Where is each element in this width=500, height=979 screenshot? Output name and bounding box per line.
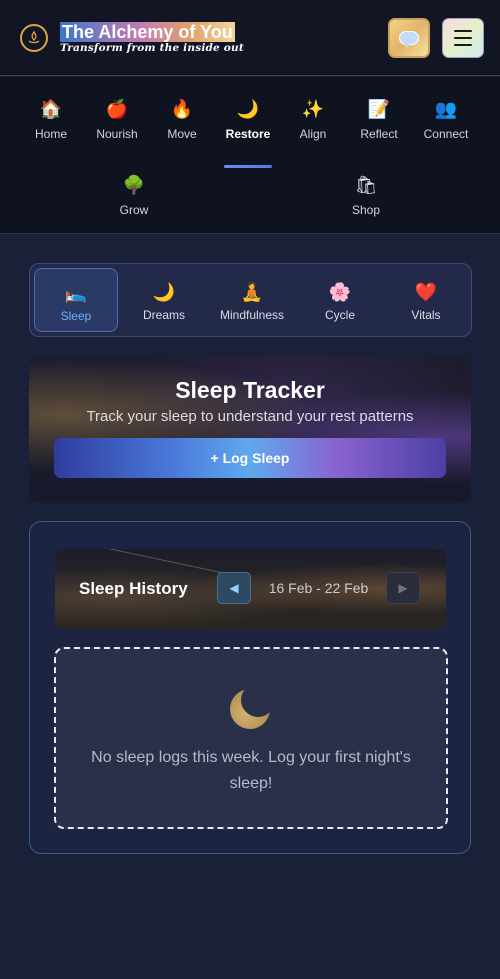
sparkles-icon: ✨ (301, 99, 325, 119)
empty-state: No sleep logs this week. Log your first … (54, 647, 448, 829)
memo-icon: 📝 (367, 99, 391, 119)
week-range-label: 16 Feb - 22 Feb (268, 580, 369, 596)
active-tab-indicator (224, 165, 272, 168)
nav-item-move[interactable]: 🔥 Move (146, 97, 218, 157)
empty-state-message: No sleep logs this week. Log your first … (91, 749, 411, 792)
shopping-bags-icon: 🛍 (354, 175, 378, 195)
nav-item-home[interactable]: 🏠 Home (15, 97, 87, 157)
tab-label: Cycle (324, 308, 355, 322)
crescent-moon-icon: 🌙 (152, 282, 176, 302)
tab-dreams[interactable]: 🌙 Dreams (124, 268, 204, 332)
nav-item-align[interactable]: ✨ Align (277, 97, 349, 157)
people-icon: 👥 (434, 99, 458, 119)
restore-sub-tabs: 🛌 Sleep 🌙 Dreams 🧘 Mindfulness 🌸 Cycle ❤… (29, 263, 472, 337)
nav-label: Align (299, 127, 327, 141)
tab-cycle[interactable]: 🌸 Cycle (300, 268, 380, 332)
apple-icon: 🍎 (105, 99, 129, 119)
tab-label: Sleep (60, 309, 92, 323)
tab-label: Vitals (411, 308, 441, 322)
meditation-icon: 🧘 (240, 282, 264, 302)
fire-icon: 🔥 (170, 99, 194, 119)
nav-label: Grow (119, 203, 149, 217)
decorative-streak (86, 549, 234, 576)
tab-vitals[interactable]: ❤️ Vitals (386, 268, 466, 332)
nav-item-reflect[interactable]: 📝 Reflect (343, 97, 415, 157)
nav-label: Move (167, 127, 197, 141)
tab-label: Mindfulness (219, 308, 285, 322)
nav-item-restore[interactable]: 🌙 Restore (212, 97, 284, 168)
app-title: The Alchemy of You (60, 22, 235, 42)
nav-item-grow[interactable]: 🌳 Grow (98, 173, 170, 233)
nav-label: Connect (423, 127, 469, 141)
bed-icon: 🛌 (64, 283, 88, 303)
chat-bubble-icon (399, 31, 419, 48)
tree-icon: 🌳 (122, 175, 146, 195)
sleep-tracker-subtitle: Track your sleep to understand your rest… (86, 408, 414, 425)
menu-button[interactable] (442, 18, 484, 58)
sleep-tracker-title: Sleep Tracker (175, 377, 325, 403)
tab-label: Dreams (142, 308, 185, 322)
app-subtitle: Transform from the inside out (60, 42, 244, 54)
sleep-tracker-card: Sleep Tracker Track your sleep to unders… (29, 356, 471, 503)
nav-label: Nourish (96, 127, 138, 141)
crescent-moon-icon (230, 689, 270, 729)
tab-sleep[interactable]: 🛌 Sleep (34, 268, 118, 332)
log-sleep-button[interactable]: + Log Sleep (54, 438, 446, 478)
nav-label: Shop (351, 203, 381, 217)
next-week-button[interactable]: ▶ (386, 572, 420, 604)
app-header: The Alchemy of You Transform from the in… (0, 0, 500, 76)
moon-icon: 🌙 (236, 99, 260, 119)
sleep-history-title: Sleep History (79, 579, 188, 598)
flame-lotus-icon[interactable] (20, 24, 48, 52)
main-nav: 🏠 Home 🍎 Nourish 🔥 Move 🌙 Restore ✨ Alig… (0, 77, 500, 234)
nav-label: Home (34, 127, 67, 141)
sleep-history-header: Sleep History ◀ 16 Feb - 22 Feb ▶ (55, 549, 446, 629)
nav-label: Restore (225, 127, 271, 141)
nav-item-connect[interactable]: 👥 Connect (410, 97, 482, 157)
chat-button[interactable] (388, 18, 430, 58)
blossom-icon: 🌸 (328, 282, 352, 302)
previous-week-button[interactable]: ◀ (217, 572, 251, 604)
home-icon: 🏠 (39, 99, 63, 119)
nav-item-nourish[interactable]: 🍎 Nourish (81, 97, 153, 157)
nav-label: Reflect (360, 127, 398, 141)
nav-item-shop[interactable]: 🛍 Shop (330, 173, 402, 233)
hamburger-menu-icon (454, 30, 472, 46)
heart-icon: ❤️ (414, 282, 438, 302)
sleep-history-panel: Sleep History ◀ 16 Feb - 22 Feb ▶ No sle… (29, 521, 471, 854)
tab-mindfulness[interactable]: 🧘 Mindfulness (210, 268, 294, 332)
